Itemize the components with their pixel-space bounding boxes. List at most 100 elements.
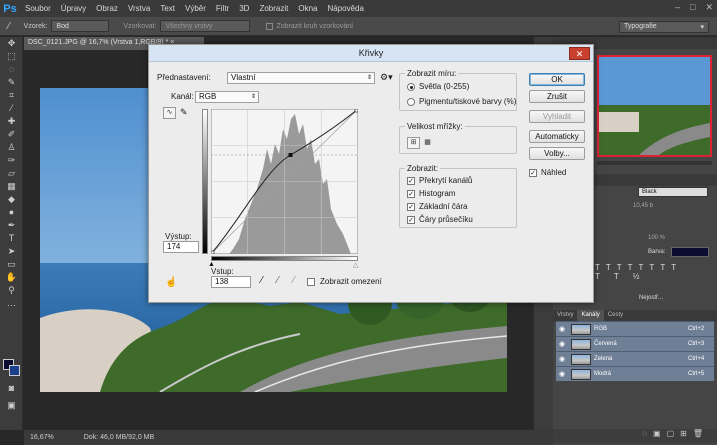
channel-select[interactable]: RGB ⇕ (195, 91, 259, 103)
shape-tool-icon[interactable]: ▭ (0, 258, 23, 271)
ok-button[interactable]: OK (529, 73, 585, 86)
sample-select[interactable]: Bod (51, 20, 110, 32)
zoom-level[interactable]: 16,67% (30, 434, 54, 441)
font-style-select[interactable]: Black (638, 187, 708, 197)
pen-tool-icon[interactable]: ✒ (0, 219, 23, 232)
stamp-tool-icon[interactable]: ♙ (0, 141, 23, 154)
menu-window[interactable]: Okna (293, 4, 322, 13)
dialog-title[interactable]: Křivky (149, 45, 593, 62)
zoom-slider[interactable] (597, 161, 712, 165)
menu-view[interactable]: Zobrazit (254, 4, 293, 13)
dialog-close-icon[interactable]: ✕ (569, 47, 590, 60)
white-point-slider[interactable]: △ (353, 261, 358, 269)
maximize-icon[interactable]: □ (690, 2, 695, 13)
auto-button[interactable]: Automaticky (529, 130, 585, 143)
move-tool-icon[interactable]: ✥ (0, 37, 23, 50)
pigment-radio[interactable] (407, 98, 415, 106)
background-color-swatch[interactable] (9, 365, 20, 376)
document-size: Dok: 46,0 MB/92,0 MB (83, 434, 155, 441)
brush-tool-icon[interactable]: ✐ (0, 128, 23, 141)
menu-select[interactable]: Výběr (180, 4, 211, 13)
quick-mask-icon[interactable]: ◙ (0, 382, 23, 395)
baseline-label: Základní čára (419, 202, 468, 211)
minimize-icon[interactable]: – (675, 2, 680, 13)
input-gradient-bar (211, 256, 358, 261)
curve-graph[interactable] (211, 109, 358, 254)
eye-icon[interactable]: ◉ (556, 355, 568, 363)
channel-row-green[interactable]: ◉ Zelená Ctrl+4 (556, 351, 714, 366)
on-image-adjust-icon[interactable]: ☝ (165, 277, 177, 288)
show-ring-checkbox[interactable]: Zobrazit kruh vzorkování (266, 22, 353, 30)
lasso-tool-icon[interactable]: ◌ (0, 63, 23, 76)
curve-endpoint-white (354, 109, 358, 113)
close-icon[interactable]: ✕ (705, 2, 713, 13)
intersection-checkbox[interactable]: ✓ (407, 216, 415, 224)
histogram-checkbox[interactable]: ✓ (407, 190, 415, 198)
extra-tools-icon[interactable]: … (0, 297, 23, 310)
navigator-thumbnail[interactable] (597, 55, 712, 157)
zoom-tool-icon[interactable]: ⚲ (0, 284, 23, 297)
scale-percent-field[interactable]: 100 % (648, 235, 665, 241)
type-style-buttons[interactable]: TTTTTTTT T T ½ (595, 263, 713, 291)
font-size-field[interactable]: 10,45 b (633, 203, 668, 213)
history-brush-icon[interactable]: ✑ (0, 154, 23, 167)
show-clipping-checkbox[interactable] (307, 278, 315, 286)
eraser-tool-icon[interactable]: ▱ (0, 167, 23, 180)
grid-detailed-icon[interactable]: ▦ (421, 137, 434, 149)
cancel-button[interactable]: Zrušit (529, 90, 585, 103)
smooth-button[interactable]: Vyhladit (529, 110, 585, 123)
light-radio[interactable] (407, 83, 415, 91)
channel-thumbnail (571, 338, 591, 350)
channel-row-rgb[interactable]: ◉ RGB Ctrl+2 (556, 321, 714, 336)
menu-filter[interactable]: Filtr (211, 4, 234, 13)
grid-simple-icon[interactable]: ⊞ (407, 137, 420, 149)
dodge-tool-icon[interactable]: ● (0, 206, 23, 219)
input-field[interactable]: 138 (211, 276, 251, 288)
menu-file[interactable]: Soubor (20, 4, 56, 13)
output-field[interactable]: 174 (163, 241, 199, 253)
path-select-tool-icon[interactable]: ➤ (0, 245, 23, 258)
curve-points-tool-icon[interactable]: ∿ (163, 107, 176, 119)
menu-layer[interactable]: Vrstva (123, 4, 155, 13)
tools-panel: ✥ ⬚ ◌ ✎ ⌗ ⁄ ✚ ✐ ♙ ✑ ▱ ▦ ◆ ● ✒ T ➤ ▭ ✋ ⚲ … (0, 37, 23, 430)
black-eyedropper-icon[interactable]: ⁄ (261, 275, 263, 286)
baseline-checkbox[interactable]: ✓ (407, 203, 415, 211)
workspace-select[interactable]: Typografie ▾ (619, 21, 709, 33)
light-radio-label: Světla (0-255) (419, 82, 470, 91)
eye-icon[interactable]: ◉ (556, 325, 568, 333)
gradient-tool-icon[interactable]: ▦ (0, 180, 23, 193)
preview-checkbox[interactable]: ✓ (529, 169, 537, 177)
eye-icon[interactable]: ◉ (556, 370, 568, 378)
quick-select-tool-icon[interactable]: ✎ (0, 76, 23, 89)
eyedropper-tool-icon[interactable]: ⁄ (8, 21, 10, 32)
options-button[interactable]: Volby... (529, 147, 585, 160)
pencil-draw-icon[interactable]: ✎ (180, 107, 188, 118)
menu-image[interactable]: Obraz (91, 4, 123, 13)
eye-icon[interactable]: ◉ (556, 340, 568, 348)
crop-tool-icon[interactable]: ⌗ (0, 89, 23, 102)
gray-eyedropper-icon[interactable]: ⁄ (277, 275, 279, 286)
type-tool-icon[interactable]: T (0, 232, 23, 245)
healing-tool-icon[interactable]: ✚ (0, 115, 23, 128)
eyedropper-icon[interactable]: ⁄ (0, 102, 23, 115)
text-color-swatch[interactable] (671, 247, 709, 257)
hand-tool-icon[interactable]: ✋ (0, 271, 23, 284)
white-eyedropper-icon[interactable]: ⁄ (293, 275, 295, 286)
channel-row-blue[interactable]: ◉ Modrá Ctrl+5 (556, 366, 714, 381)
channel-thumbnail (571, 368, 591, 380)
screen-mode-icon[interactable]: ▣ (0, 399, 23, 412)
menu-type[interactable]: Text (155, 4, 180, 13)
curve-control-point (288, 153, 293, 157)
sample-layers-select[interactable]: Všechny vrstvy (160, 20, 251, 32)
overlay-checkbox[interactable]: ✓ (407, 177, 415, 185)
blur-tool-icon[interactable]: ◆ (0, 193, 23, 206)
channel-row-red[interactable]: ◉ Červená Ctrl+3 (556, 336, 714, 351)
preset-options-gear-icon[interactable]: ⚙▾ (380, 72, 393, 83)
preset-select[interactable]: Vlastní ⇕ (227, 72, 375, 84)
histogram-label: Histogram (419, 189, 456, 198)
marquee-tool-icon[interactable]: ⬚ (0, 50, 23, 63)
menu-help[interactable]: Nápověda (322, 4, 368, 13)
menu-3d[interactable]: 3D (234, 4, 254, 13)
antialias-select[interactable]: Nejostř... (639, 295, 709, 305)
menu-edit[interactable]: Úpravy (56, 4, 91, 13)
